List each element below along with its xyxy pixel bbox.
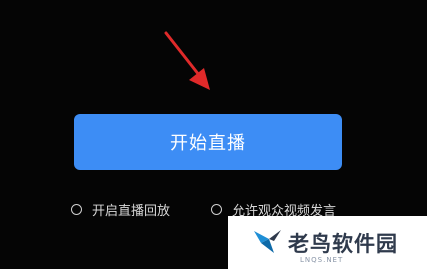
replay-radio[interactable] [71,203,82,215]
live-start-screen: 开始直播 开启直播回放 允许观众视频发言 老鸟软件园 LNQS.NET [0,0,427,269]
bird-logo-icon [254,230,281,253]
watermark-subtitle: LNQS.NET [300,256,344,264]
replay-label: 开启直播回放 [92,203,171,219]
watermark-title: 老鸟软件园 [288,232,398,256]
video-comment-radio[interactable] [211,203,222,215]
start-live-button[interactable]: 开始直播 [74,114,342,170]
site-watermark: 老鸟软件园 LNQS.NET [228,216,427,269]
enable-replay-option[interactable]: 开启直播回放 [71,200,171,219]
